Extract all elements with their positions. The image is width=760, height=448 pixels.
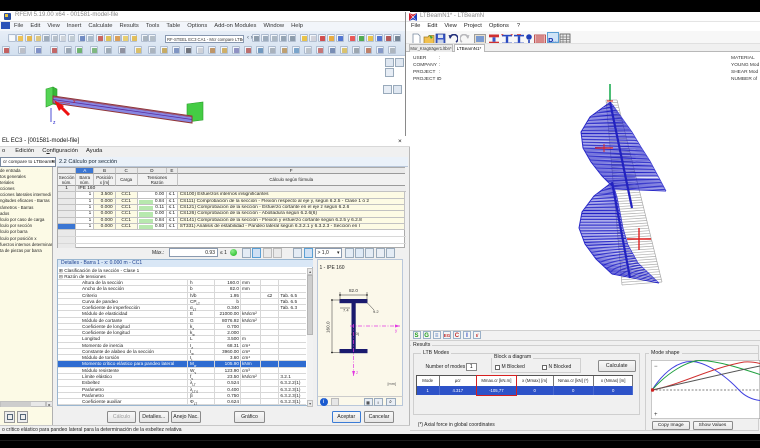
svg-text:z: z: [356, 370, 359, 375]
svg-text:7.4: 7.4: [343, 308, 349, 313]
svg-text:82.0: 82.0: [349, 288, 358, 293]
svg-text:z: z: [53, 120, 56, 126]
svg-text:9.2: 9.2: [373, 309, 379, 314]
svg-text:(5.0): (5.0): [351, 331, 360, 336]
svg-text:−: −: [654, 364, 658, 370]
svg-text:y: y: [395, 328, 398, 333]
svg-text:160.0: 160.0: [326, 321, 331, 333]
svg-text:w: w: [552, 41, 558, 43]
svg-text:P: P: [548, 37, 554, 43]
svg-text:+: +: [654, 412, 658, 418]
